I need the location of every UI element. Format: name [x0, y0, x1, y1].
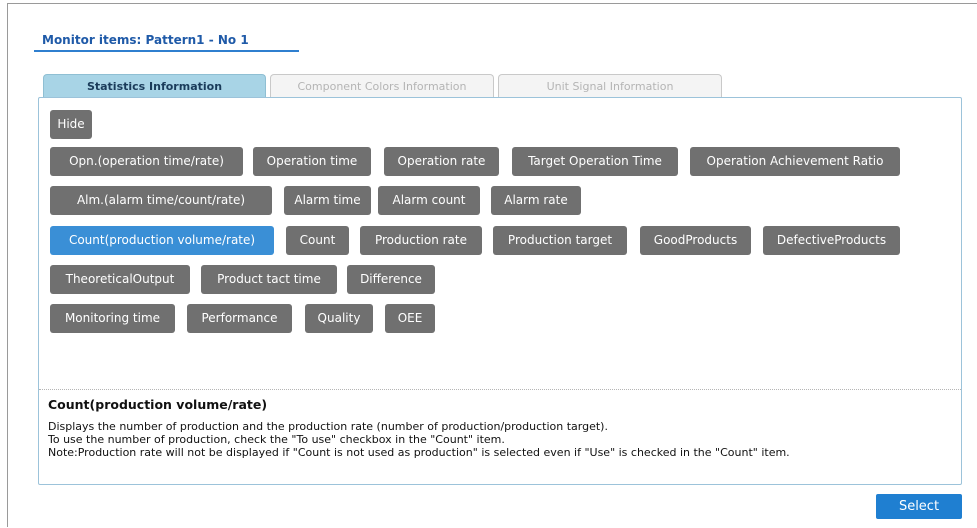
item-alarm-rate-button[interactable]: Alarm rate — [491, 186, 581, 215]
item-count-button[interactable]: Count — [286, 226, 349, 255]
item-production-target-button[interactable]: Production target — [493, 226, 627, 255]
item-theoretical-output-button[interactable]: TheoreticalOutput — [50, 265, 190, 294]
item-operation-rate-button[interactable]: Operation rate — [384, 147, 499, 176]
tab-component-colors-information[interactable]: Component Colors Information — [270, 74, 494, 98]
item-production-rate-button[interactable]: Production rate — [360, 226, 482, 255]
item-monitoring-time-button[interactable]: Monitoring time — [50, 304, 175, 333]
item-difference-button[interactable]: Difference — [347, 265, 435, 294]
description-line-3: Note:Production rate will not be display… — [48, 446, 790, 459]
item-defective-products-button[interactable]: DefectiveProducts — [763, 226, 900, 255]
item-good-products-button[interactable]: GoodProducts — [640, 226, 751, 255]
description-line-1: Displays the number of production and th… — [48, 420, 608, 433]
description-line-2: To use the number of production, check t… — [48, 433, 505, 446]
select-button[interactable]: Select — [876, 494, 962, 519]
description-title: Count(production volume/rate) — [48, 397, 268, 412]
item-hide-button[interactable]: Hide — [50, 110, 92, 139]
item-count-group-button[interactable]: Count(production volume/rate) — [50, 226, 274, 255]
tab-statistics-information[interactable]: Statistics Information — [43, 74, 266, 98]
item-alarm-time-button[interactable]: Alarm time — [284, 186, 371, 215]
item-oee-button[interactable]: OEE — [385, 304, 435, 333]
item-operation-time-button[interactable]: Operation time — [253, 147, 371, 176]
item-performance-button[interactable]: Performance — [187, 304, 292, 333]
item-target-operation-time-button[interactable]: Target Operation Time — [512, 147, 678, 176]
item-opn-button[interactable]: Opn.(operation time/rate) — [50, 147, 243, 176]
item-operation-achievement-ratio-button[interactable]: Operation Achievement Ratio — [690, 147, 900, 176]
page-title: Monitor items: Pattern1 - No 1 — [34, 33, 299, 52]
items-panel: Hide Opn.(operation time/rate) Operation… — [38, 97, 962, 485]
description-divider — [39, 389, 961, 390]
item-quality-button[interactable]: Quality — [305, 304, 373, 333]
item-alarm-count-button[interactable]: Alarm count — [378, 186, 480, 215]
tab-unit-signal-information[interactable]: Unit Signal Information — [498, 74, 722, 98]
item-product-tact-time-button[interactable]: Product tact time — [201, 265, 337, 294]
item-alm-button[interactable]: Alm.(alarm time/count/rate) — [50, 186, 272, 215]
